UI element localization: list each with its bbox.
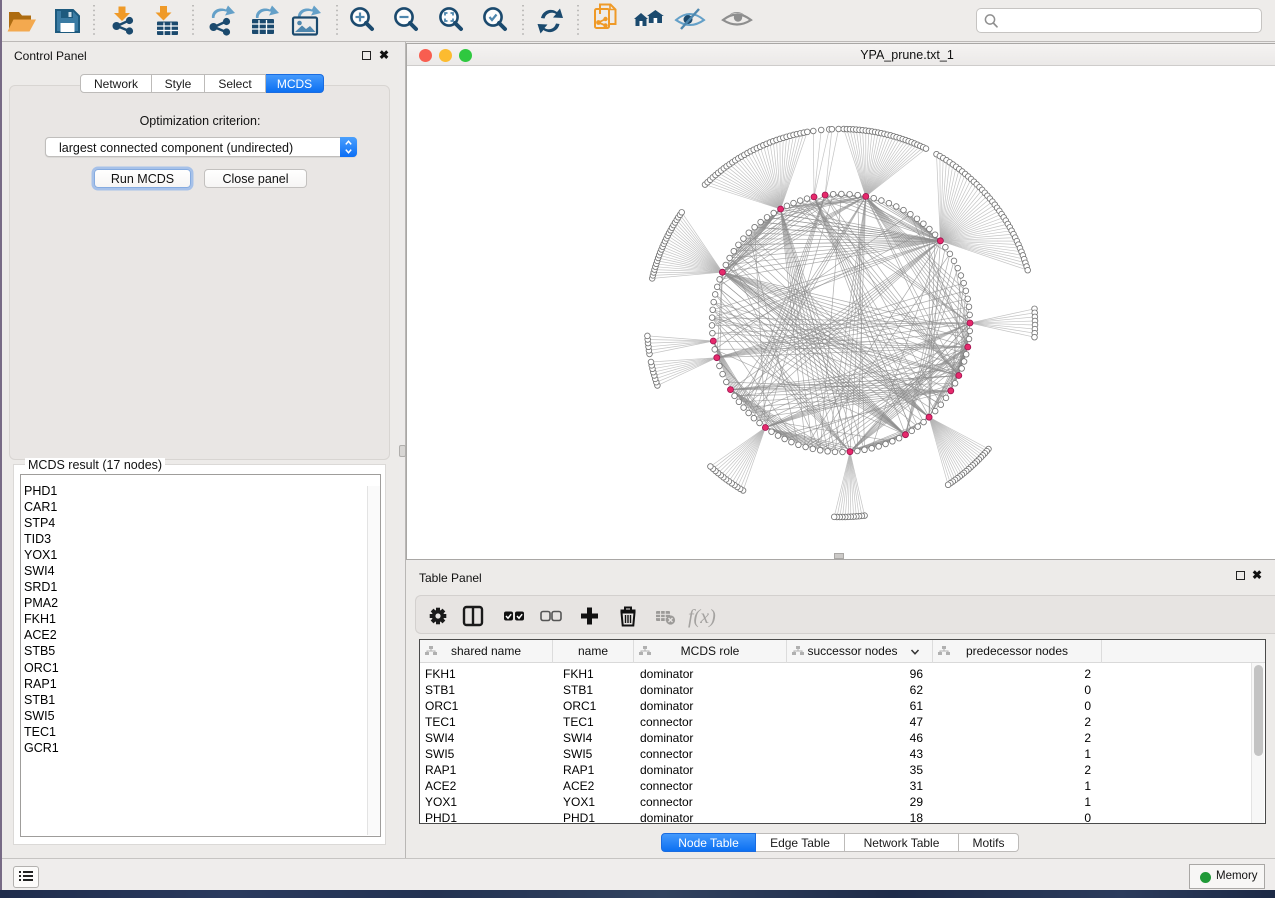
svg-text:f(x): f(x) (688, 606, 716, 628)
